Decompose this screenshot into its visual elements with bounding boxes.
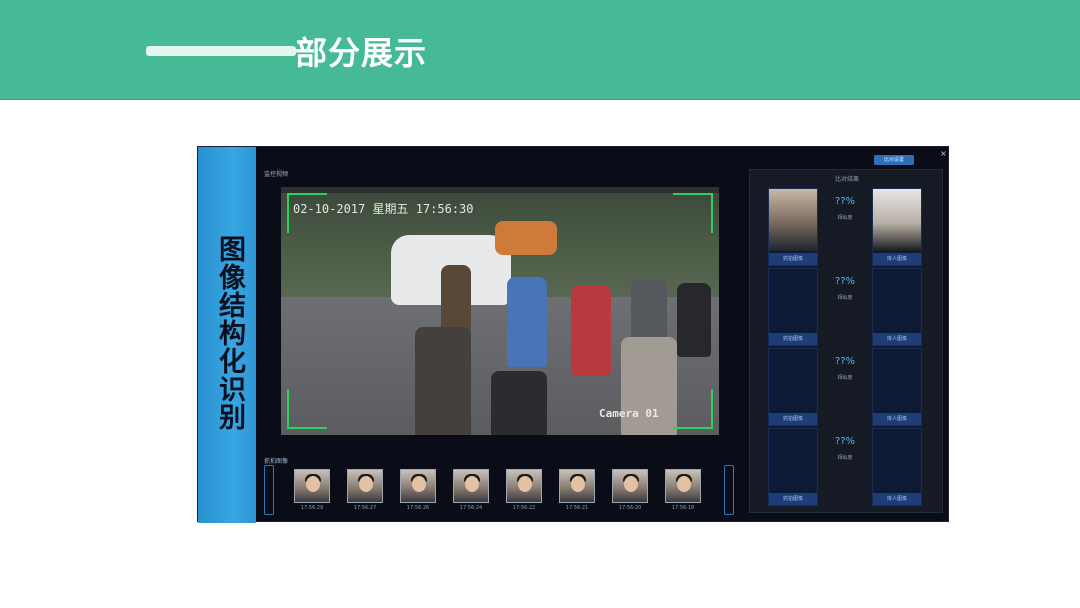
similarity-label: 相似度 [837,295,853,301]
snapshot-caption: 17:56:27 [353,505,377,511]
snapshots-label: 抓拍图像 [264,458,289,465]
similarity-label: 相似度 [837,375,853,381]
compare-panel-title: 比对结果 [834,176,859,183]
slide-title-text: 部分展示 [295,34,428,72]
close-icon[interactable]: × [940,149,947,158]
snapshot-caption: 17:56:21 [565,505,589,511]
snapshot-strip: 17:56:29 17:56:27 17:56:26 17:56:24 17:5… [288,469,708,515]
library-tile[interactable]: 库人图像 [872,428,922,506]
library-tile-label: 库人图像 [873,253,921,265]
snapshot-thumb[interactable]: 17:56:27 [347,469,383,513]
capture-tile[interactable]: 抓拍图像 [768,268,818,346]
side-band-label: 图像结构化识别 [214,235,245,431]
capture-tile-label: 抓拍图像 [769,253,817,265]
snapshot-thumb[interactable]: 17:56:29 [294,469,330,513]
snapshot-caption: 17:56:26 [406,505,430,511]
compare-row: 抓拍图像 ??% 相似度 库人图像 [768,268,922,346]
scroll-left-button[interactable] [264,465,274,515]
compare-settings-button[interactable]: 比对设置 [874,155,914,165]
snapshot-thumb[interactable]: 17:56:24 [453,469,489,513]
library-tile[interactable]: 库人图像 [872,188,922,266]
snapshot-caption: 17:56:29 [300,505,324,511]
library-tile-label: 库人图像 [873,413,921,425]
capture-tile-label: 抓拍图像 [769,413,817,425]
capture-tile-label: 抓拍图像 [769,333,817,345]
scroll-right-button[interactable] [724,465,734,515]
capture-tile[interactable]: 抓拍图像 [768,428,818,506]
library-tile-label: 库人图像 [873,333,921,345]
library-tile[interactable]: 库人图像 [872,348,922,426]
video-panel-label: 监控视频 [264,171,289,178]
library-tile[interactable]: 库人图像 [872,268,922,346]
camera-label: Camera 01 [599,407,659,420]
snapshot-thumb[interactable]: 17:56:22 [506,469,542,513]
snapshot-caption: 17:56:24 [459,505,483,511]
library-tile-label: 库人图像 [873,493,921,505]
similarity-label: 相似度 [837,455,853,461]
snapshot-thumb[interactable]: 17:56:21 [559,469,595,513]
compare-row: 抓拍图像 ??% 相似度 库人图像 [768,188,922,266]
compare-row: 抓拍图像 ??% 相似度 库人图像 [768,428,922,506]
frame-corner-bl [287,389,327,429]
snapshot-caption: 17:56:20 [618,505,642,511]
slide-header: 部分展示 [0,0,1080,100]
capture-tile[interactable]: 抓拍图像 [768,188,818,266]
compare-row: 抓拍图像 ??% 相似度 库人图像 [768,348,922,426]
video-feed[interactable]: 02-10-2017 星期五 17:56:30 Camera 01 [281,187,719,435]
snapshot-caption: 17:56:22 [512,505,536,511]
capture-tile[interactable]: 抓拍图像 [768,348,818,426]
side-band: 图像结构化识别 [198,147,256,523]
similarity-label: 相似度 [837,215,853,221]
frame-corner-br [673,389,713,429]
snapshot-thumb[interactable]: 17:56:20 [612,469,648,513]
compare-panel: 比对结果 抓拍图像 ??% 相似度 库人图像 抓拍图像 ??% 相似度 库人图像 [749,169,943,513]
frame-corner-tl [287,193,327,233]
similarity-value: ??% [834,196,856,207]
snapshot-thumb[interactable]: 17:56:18 [665,469,701,513]
similarity-value: ??% [834,356,856,367]
similarity-value: ??% [834,276,856,287]
snapshot-thumb[interactable]: 17:56:26 [400,469,436,513]
title-redaction [100,30,296,66]
frame-corner-tr [673,193,713,233]
snapshot-caption: 17:56:18 [671,505,695,511]
similarity-value: ??% [834,436,856,447]
capture-tile-label: 抓拍图像 [769,493,817,505]
app-screenshot: 图像结构化识别 监控视频 02-10-2017 星期五 17:56:30 Cam… [197,146,949,523]
